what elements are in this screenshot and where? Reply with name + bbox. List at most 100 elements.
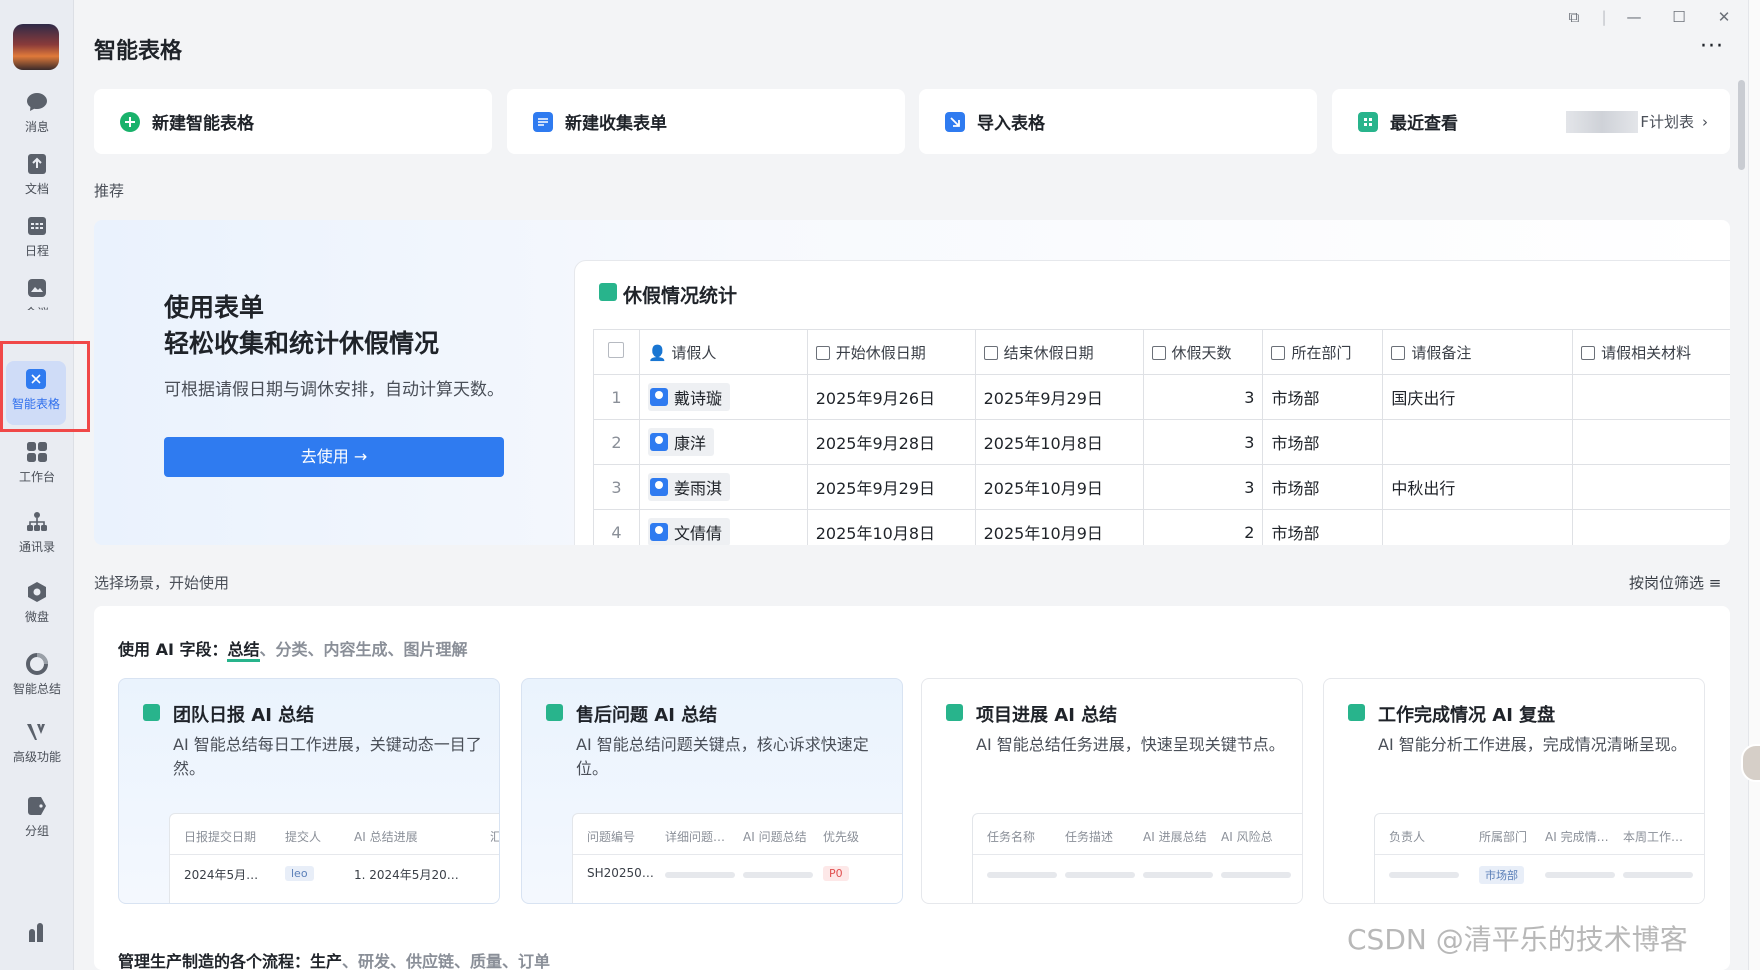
scenario-card[interactable]: 项目进展 AI 总结 AI 智能总结任务进展，快速呈现关键节点。 任务名称 任务…: [921, 678, 1303, 904]
sidebar-item-workbench[interactable]: 工作台: [0, 434, 74, 496]
start-date-cell[interactable]: 2025年10月8日: [806, 509, 976, 545]
dept-cell[interactable]: 市场部: [1262, 509, 1384, 545]
sidebar-bottom-item[interactable]: [0, 914, 74, 970]
banner-headline-1: 使用表单: [164, 293, 265, 322]
use-template-button[interactable]: 去使用 →: [164, 437, 504, 477]
card-table-preview: 问题编号 详细问题… AI 问题总结 优先级 SH20250… P0: [572, 813, 902, 903]
select-all-checkbox[interactable]: [593, 329, 640, 375]
start-date-cell[interactable]: 2025年9月28日: [806, 419, 976, 465]
manufacturing-other-tabs[interactable]: 、研发、供应链、质量、订单: [342, 952, 550, 970]
note-cell[interactable]: 中秋出行: [1382, 464, 1574, 510]
date-icon: [815, 345, 830, 360]
days-cell[interactable]: 3: [1142, 374, 1264, 420]
attachment-cell[interactable]: [1572, 419, 1730, 465]
chat-bubble-icon: [27, 93, 47, 111]
sidebar-item-summary[interactable]: 智能总结: [0, 646, 74, 708]
recent-file-link[interactable]: F计划表 ›: [1566, 110, 1708, 133]
close-icon[interactable]: ✕: [1714, 8, 1734, 28]
advanced-icon: [27, 724, 45, 740]
pin-window-icon[interactable]: ⧉: [1564, 8, 1584, 28]
person-cell[interactable]: 姜雨淇: [638, 464, 808, 510]
dept-cell[interactable]: 市场部: [1262, 419, 1384, 465]
person-cell[interactable]: 文倩倩: [638, 509, 808, 545]
card-table-preview: 日报提交日期 提交人 AI 总结进展 汇 2024年5月… leo 1. 202…: [169, 813, 499, 903]
person-cell[interactable]: 戴诗璇: [638, 374, 808, 420]
action-label: 新建收集表单: [565, 114, 667, 134]
plus-circle-icon: [120, 111, 140, 132]
stats-icon: [29, 923, 43, 942]
column-header[interactable]: 开始休假日期: [806, 329, 976, 375]
sidebar-item-group[interactable]: 分组: [0, 788, 74, 850]
import-arrow-icon: [945, 111, 965, 132]
start-date-cell[interactable]: 2025年9月29日: [806, 464, 976, 510]
mini-header: AI 完成情…: [1545, 830, 1609, 844]
column-header[interactable]: 休假天数: [1142, 329, 1264, 375]
vertical-scrollbar[interactable]: [1738, 80, 1745, 170]
days-cell[interactable]: 2: [1142, 509, 1264, 545]
calendar-icon: [28, 217, 46, 235]
card-title: 售后问题 AI 总结: [576, 705, 718, 726]
attachment-cell[interactable]: [1572, 374, 1730, 420]
table-row[interactable]: 2 康洋 2025年9月28日 2025年10月8日 3 市场部: [593, 419, 1730, 465]
scenario-card[interactable]: 售后问题 AI 总结 AI 智能总结问题关键点，核心诉求快速定位。 问题编号 详…: [521, 678, 903, 904]
end-date-cell[interactable]: 2025年10月9日: [974, 464, 1144, 510]
end-date-cell[interactable]: 2025年10月9日: [974, 509, 1144, 545]
separator: |: [1601, 8, 1607, 26]
sidebar-item-messages[interactable]: 消息: [0, 84, 74, 146]
sidebar-item-contacts[interactable]: 通讯录: [0, 504, 74, 566]
card-table-preview: 负责人 所属部门 AI 完成情… 本周工作… 市场部: [1374, 813, 1704, 903]
recent-view-button[interactable]: 最近查看 F计划表 ›: [1332, 89, 1730, 154]
dept-cell[interactable]: 市场部: [1262, 374, 1384, 420]
end-date-cell[interactable]: 2025年9月29日: [974, 374, 1144, 420]
filter-by-role-button[interactable]: 按岗位筛选 ≡: [1629, 572, 1721, 593]
sidebar-item-advanced[interactable]: 高级功能: [0, 714, 74, 776]
minimize-icon[interactable]: —: [1624, 8, 1644, 28]
end-date-cell[interactable]: 2025年10月8日: [974, 419, 1144, 465]
note-cell[interactable]: [1382, 509, 1574, 545]
sidebar-item-drive[interactable]: 微盘: [0, 574, 74, 636]
more-options-button[interactable]: ···: [1700, 34, 1724, 59]
mini-header: 提交人: [285, 830, 322, 844]
sidebar-item-calendar[interactable]: 日程: [0, 208, 74, 270]
sidebar-item-label: 日程: [24, 244, 49, 258]
days-cell[interactable]: 3: [1142, 464, 1264, 510]
column-header[interactable]: 👤 请假人: [638, 329, 808, 375]
drive-icon: [28, 582, 46, 602]
days-cell[interactable]: 3: [1142, 419, 1264, 465]
mini-header: 问题编号: [587, 830, 636, 844]
new-form-button[interactable]: 新建收集表单: [507, 89, 905, 154]
table-row[interactable]: 3 姜雨淇 2025年9月29日 2025年10月9日 3 市场部 中秋出行: [593, 464, 1730, 510]
new-smart-sheet-button[interactable]: 新建智能表格: [94, 89, 492, 154]
ai-field-prefix: 使用 AI 字段：: [118, 640, 228, 659]
user-avatar[interactable]: [13, 24, 59, 70]
maximize-icon[interactable]: ☐: [1669, 8, 1689, 28]
mini-header: 汇: [490, 828, 499, 845]
sidebar-item-docs[interactable]: 文档: [0, 146, 74, 208]
note-cell[interactable]: [1382, 419, 1574, 465]
attachment-cell[interactable]: [1572, 509, 1730, 545]
column-header[interactable]: 请假备注: [1382, 329, 1574, 375]
sidebar-item-meeting[interactable]: 会议: [0, 270, 74, 310]
tag-icon: [28, 797, 46, 815]
vacation-table: 👤 请假人 开始休假日期 结束休假日期 休假天数 所在部门 请假备注 请假相关材…: [593, 329, 1730, 545]
note-cell[interactable]: 国庆出行: [1382, 374, 1574, 420]
scenario-card[interactable]: 团队日报 AI 总结 AI 智能总结每日工作进展，关键动态一目了然。 日报提交日…: [118, 678, 500, 904]
dept-cell[interactable]: 市场部: [1262, 464, 1384, 510]
person-cell[interactable]: 康洋: [638, 419, 808, 465]
manufacturing-selected-tab[interactable]: 生产: [310, 952, 343, 970]
table-row[interactable]: 4 文倩倩 2025年10月8日 2025年10月9日 2 市场部: [593, 509, 1730, 545]
import-sheet-button[interactable]: 导入表格: [919, 89, 1317, 154]
column-header[interactable]: 所在部门: [1262, 329, 1384, 375]
attachment-cell[interactable]: [1572, 464, 1730, 510]
column-header[interactable]: 结束休假日期: [974, 329, 1144, 375]
table-row[interactable]: 1 戴诗璇 2025年9月26日 2025年9月29日 3 市场部 国庆出行: [593, 374, 1730, 420]
card-title: 工作完成情况 AI 复盘: [1378, 705, 1556, 726]
column-header[interactable]: 请假相关材料: [1572, 329, 1730, 375]
mini-header: 负责人: [1389, 830, 1426, 844]
scenario-card[interactable]: 工作完成情况 AI 复盘 AI 智能分析工作进展，完成情况清晰呈现。 负责人 所…: [1323, 678, 1705, 904]
floating-assistant-avatar[interactable]: [1741, 744, 1760, 782]
start-date-cell[interactable]: 2025年9月26日: [806, 374, 976, 420]
ai-field-other-tabs[interactable]: 、分类、内容生成、图片理解: [260, 640, 468, 659]
ai-field-selected-tab[interactable]: 总结: [227, 640, 260, 662]
left-sidebar: 消息 文档 日程 会议 智能表格 工作台 通讯录 微盘 智能总结 高级功能 分组: [0, 0, 74, 970]
